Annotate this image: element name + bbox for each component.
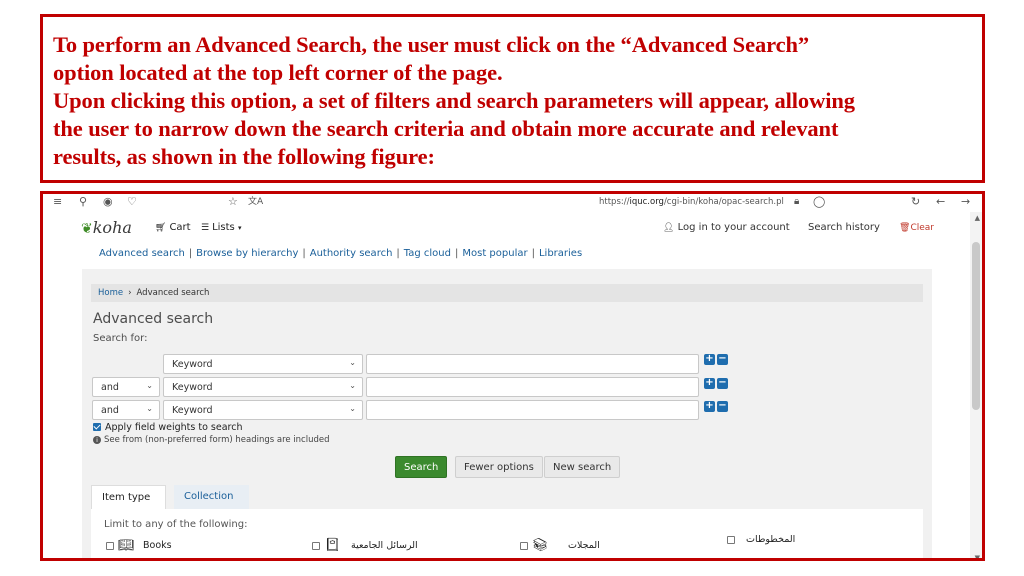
user-icon: 👤︎ xyxy=(663,223,675,233)
nav-tag-cloud[interactable]: Tag cloud xyxy=(404,248,451,259)
menu-icon[interactable]: ≡ xyxy=(53,196,62,208)
see-from-note: i See from (non-preferred form) headings … xyxy=(93,435,330,445)
back-icon[interactable]: ← xyxy=(936,196,945,208)
star-icon[interactable]: ☆ xyxy=(228,196,238,208)
caption-line: results, as shown in the following figur… xyxy=(53,144,435,169)
breadcrumb-home[interactable]: Home xyxy=(98,288,123,298)
account-icon[interactable]: ◉ xyxy=(103,196,113,208)
add-row-icon[interactable]: + xyxy=(704,378,715,389)
remove-row-icon[interactable]: − xyxy=(717,378,728,389)
operator-select-2[interactable]: and ⌄ xyxy=(92,377,160,397)
chevron-down-icon: ⌄ xyxy=(349,358,356,367)
koha-logo[interactable]: ❦koha xyxy=(81,218,132,237)
chevron-down-icon: ⌄ xyxy=(146,404,153,413)
chevron-down-icon: ⌄ xyxy=(146,381,153,390)
list-icon: ☰ xyxy=(201,223,210,233)
cart-icon: 🛒︎ xyxy=(155,223,167,233)
tab-item-type[interactable]: Item type xyxy=(91,485,166,509)
leaf-icon: ❦ xyxy=(81,221,93,237)
index-select-3[interactable]: Keyword ⌄ xyxy=(163,400,363,420)
search-input-2[interactable] xyxy=(366,377,699,397)
fewer-options-button[interactable]: Fewer options xyxy=(455,456,543,478)
caption-line: option located at the top left corner of… xyxy=(53,60,503,85)
journals-icon: 📚︎ xyxy=(532,538,549,553)
apply-weights-checkbox[interactable]: Apply field weights to search xyxy=(93,422,242,433)
limit-theses-label: الرسائل الجامعية xyxy=(351,540,418,551)
clear-link[interactable]: 🗑︎Clear xyxy=(899,223,934,233)
url-bar[interactable]: https://iquc.org/cgi-bin/koha/opac-searc… xyxy=(599,197,784,207)
info-icon: i xyxy=(93,436,101,444)
tab-collection[interactable]: Collection xyxy=(174,485,249,509)
add-row-icon[interactable]: + xyxy=(704,354,715,365)
search-history-link[interactable]: Search history xyxy=(808,222,880,233)
limit-journals-label: المجلات xyxy=(568,540,600,551)
book-icon: 📖︎ xyxy=(118,538,135,553)
masthead-nav: Advanced search | Browse by hierarchy | Auth… xyxy=(99,248,583,259)
scroll-down-icon[interactable]: ▼ xyxy=(975,554,980,558)
scroll-up-icon[interactable]: ▲ xyxy=(975,214,980,222)
operator-select-3[interactable]: and ⌄ xyxy=(92,400,160,420)
remove-row-icon[interactable]: − xyxy=(717,401,728,412)
scroll-thumb[interactable] xyxy=(972,242,980,410)
caption-line: To perform an Advanced Search, the user … xyxy=(53,32,810,57)
shield-icon[interactable]: ◯ xyxy=(813,196,825,208)
koha-screenshot: ≡ ⚲ ◉ ♡ ☆ 文A https://iquc.org/cgi-bin/ko… xyxy=(40,191,985,561)
caption-line: the user to narrow down the search crite… xyxy=(53,116,839,141)
cart-link[interactable]: 🛒︎ Cart xyxy=(155,222,191,233)
new-search-button[interactable]: New search xyxy=(544,456,621,478)
add-row-icon[interactable]: + xyxy=(704,401,715,412)
search-button[interactable]: Search xyxy=(395,456,448,478)
item-type-panel: Limit to any of the following: 📖︎ Books … xyxy=(91,509,923,558)
browser-toolbar: ≡ ⚲ ◉ ♡ ☆ 文A https://iquc.org/cgi-bin/ko… xyxy=(43,194,982,212)
page-scrollbar[interactable]: ▲ ▼ xyxy=(970,212,982,558)
theses-checkbox[interactable] xyxy=(312,542,320,550)
chevron-down-icon: ⌄ xyxy=(349,381,356,390)
journals-checkbox[interactable] xyxy=(520,542,528,550)
trash-icon: 🗑︎ xyxy=(899,223,911,233)
page-title: Advanced search xyxy=(93,311,214,327)
nav-most-popular[interactable]: Most popular xyxy=(462,248,527,259)
lock-icon: 🔒︎ xyxy=(794,196,800,207)
limit-title: Limit to any of the following: xyxy=(104,519,248,530)
translate-icon[interactable]: 文A xyxy=(248,196,263,208)
login-link[interactable]: 👤︎ Log in to your account xyxy=(663,222,790,233)
thesis-icon: 📔︎ xyxy=(324,538,341,553)
index-select-1[interactable]: Keyword ⌄ xyxy=(163,354,363,374)
caption-box: To perform an Advanced Search, the user … xyxy=(40,14,985,183)
reload-icon[interactable]: ↻ xyxy=(911,196,920,208)
forward-icon[interactable]: → xyxy=(961,196,970,208)
nav-advanced-search[interactable]: Advanced search xyxy=(99,248,185,259)
index-select-2[interactable]: Keyword ⌄ xyxy=(163,377,363,397)
search-for-label: Search for: xyxy=(93,333,148,344)
nav-libraries[interactable]: Libraries xyxy=(539,248,582,259)
search-input-3[interactable] xyxy=(366,400,699,420)
search-input-1[interactable] xyxy=(366,354,699,374)
checkbox-checked-icon xyxy=(93,423,101,431)
main-panel: Home › Advanced search Advanced search Sea… xyxy=(82,269,932,558)
nav-browse-hierarchy[interactable]: Browse by hierarchy xyxy=(196,248,298,259)
chevron-down-icon: ⌄ xyxy=(349,404,356,413)
lists-dropdown[interactable]: ☰ Lists ▾ xyxy=(201,222,241,233)
limit-manuscripts-label: المخطوطات xyxy=(746,534,796,545)
breadcrumb-current: Advanced search xyxy=(136,288,210,298)
books-checkbox[interactable] xyxy=(106,542,114,550)
nav-authority-search[interactable]: Authority search xyxy=(310,248,393,259)
manuscripts-checkbox[interactable] xyxy=(727,536,735,544)
extension-icon[interactable]: ⚲ xyxy=(79,196,87,208)
pocket-icon[interactable]: ♡ xyxy=(127,196,137,208)
remove-row-icon[interactable]: − xyxy=(717,354,728,365)
chevron-right-icon: › xyxy=(128,288,132,298)
breadcrumb: Home › Advanced search xyxy=(91,284,923,302)
caption-line: Upon clicking this option, a set of filt… xyxy=(53,88,855,113)
limit-books-label: Books xyxy=(143,540,172,551)
